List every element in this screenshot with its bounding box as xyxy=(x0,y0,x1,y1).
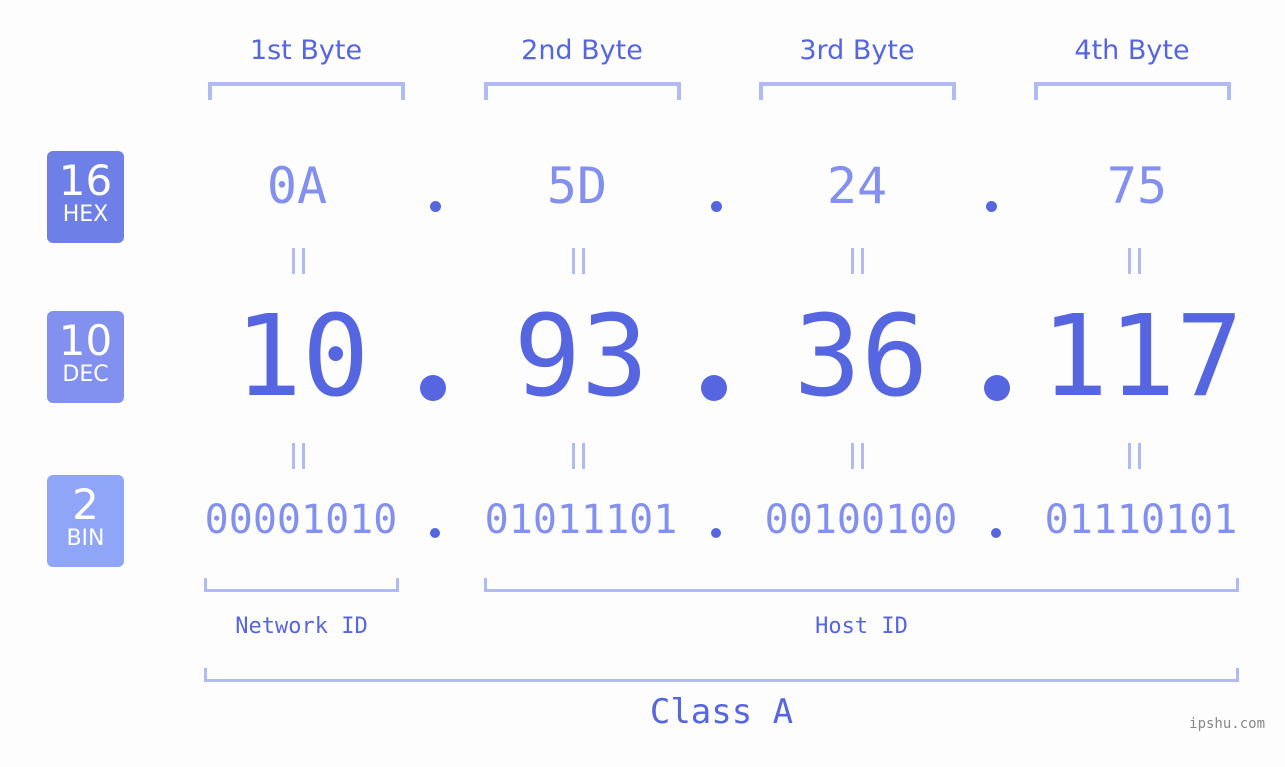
bin-byte-3: 00100100 xyxy=(764,497,958,543)
equals-icon xyxy=(582,443,585,469)
host-id-bracket xyxy=(484,578,1239,592)
hex-byte-4: 75 xyxy=(1106,157,1168,215)
dec-byte-2: 93 xyxy=(513,292,649,422)
equals-icon xyxy=(302,248,305,274)
equals-icon xyxy=(1128,443,1131,469)
dec-badge-number: 10 xyxy=(58,316,113,365)
equals-icon xyxy=(851,248,854,274)
hex-dot-2 xyxy=(711,201,722,212)
class-bracket xyxy=(204,668,1239,682)
dec-dot-3 xyxy=(984,375,1010,401)
byte-bracket-2 xyxy=(484,82,681,100)
dec-byte-3: 36 xyxy=(793,292,929,422)
hex-byte-3: 24 xyxy=(826,157,888,215)
bin-byte-2: 01011101 xyxy=(484,497,678,543)
equals-icon xyxy=(302,443,305,469)
equals-icon xyxy=(292,443,295,469)
equals-icon xyxy=(572,248,575,274)
bin-dot-3 xyxy=(991,528,1001,538)
bin-byte-1: 00001010 xyxy=(204,497,398,543)
dec-byte-4: 117 xyxy=(1040,292,1244,422)
equals-icon xyxy=(1128,248,1131,274)
dec-byte-1: 10 xyxy=(234,292,370,422)
hex-dot-1 xyxy=(430,201,441,212)
byte-bracket-4 xyxy=(1034,82,1231,100)
network-id-label: Network ID xyxy=(235,614,368,639)
equals-icon xyxy=(572,443,575,469)
class-label: Class A xyxy=(649,692,794,732)
hex-byte-1: 0A xyxy=(266,157,328,215)
hex-byte-2: 5D xyxy=(546,157,608,215)
byte-bracket-1 xyxy=(208,82,405,100)
byte-header-4: 4th Byte xyxy=(1074,35,1190,66)
equals-icon xyxy=(582,248,585,274)
bin-dot-2 xyxy=(711,528,721,538)
dec-dot-2 xyxy=(701,375,727,401)
dec-badge: 10 DEC xyxy=(47,311,124,403)
network-id-bracket xyxy=(204,578,399,592)
bin-badge-number: 2 xyxy=(72,480,99,529)
watermark: ipshu.com xyxy=(1189,716,1265,732)
equals-icon xyxy=(292,248,295,274)
hex-badge-number: 16 xyxy=(58,156,113,205)
bin-byte-4: 01110101 xyxy=(1044,497,1238,543)
dec-dot-1 xyxy=(420,375,446,401)
byte-header-2: 2nd Byte xyxy=(521,35,643,66)
dec-badge-label: DEC xyxy=(62,362,109,387)
equals-icon xyxy=(861,248,864,274)
equals-icon xyxy=(1138,443,1141,469)
byte-header-1: 1st Byte xyxy=(249,35,363,66)
bin-badge-label: BIN xyxy=(66,526,105,551)
bin-dot-1 xyxy=(430,528,440,538)
equals-icon xyxy=(1138,248,1141,274)
byte-bracket-3 xyxy=(759,82,956,100)
equals-icon xyxy=(851,443,854,469)
hex-badge-label: HEX xyxy=(62,202,109,227)
byte-header-3: 3rd Byte xyxy=(799,35,915,66)
bin-badge: 2 BIN xyxy=(47,475,124,567)
hex-badge: 16 HEX xyxy=(47,151,124,243)
hex-dot-3 xyxy=(986,201,997,212)
host-id-label: Host ID xyxy=(815,614,908,639)
equals-icon xyxy=(861,443,864,469)
